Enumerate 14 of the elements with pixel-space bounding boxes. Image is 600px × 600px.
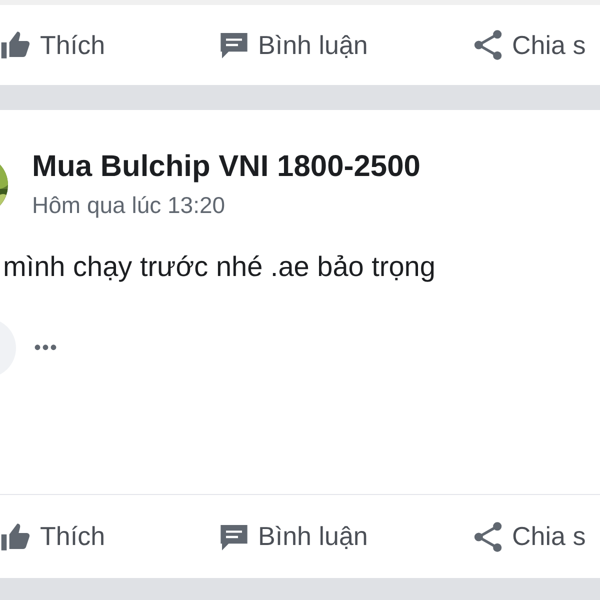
thumbs-up-icon	[0, 29, 32, 61]
comment-button[interactable]: Bình luận	[218, 520, 472, 552]
author-name[interactable]: Mua Bulchip VNI 1800-2500	[32, 150, 420, 184]
share-button[interactable]: Chia s	[472, 520, 586, 552]
thumbs-up-icon	[0, 520, 32, 552]
like-button[interactable]: Thích	[0, 29, 218, 61]
share-button[interactable]: Chia s	[472, 29, 586, 61]
more-icon[interactable]: •••	[34, 336, 58, 360]
share-icon	[472, 520, 504, 552]
post-text: mình chạy trước nhé .ae bảo trọng	[3, 251, 436, 283]
share-icon	[472, 29, 504, 61]
post-time: Hôm qua lúc 13:20	[32, 192, 226, 219]
comment-button[interactable]: Bình luận	[218, 29, 472, 61]
like-button[interactable]: Thích	[0, 520, 218, 552]
